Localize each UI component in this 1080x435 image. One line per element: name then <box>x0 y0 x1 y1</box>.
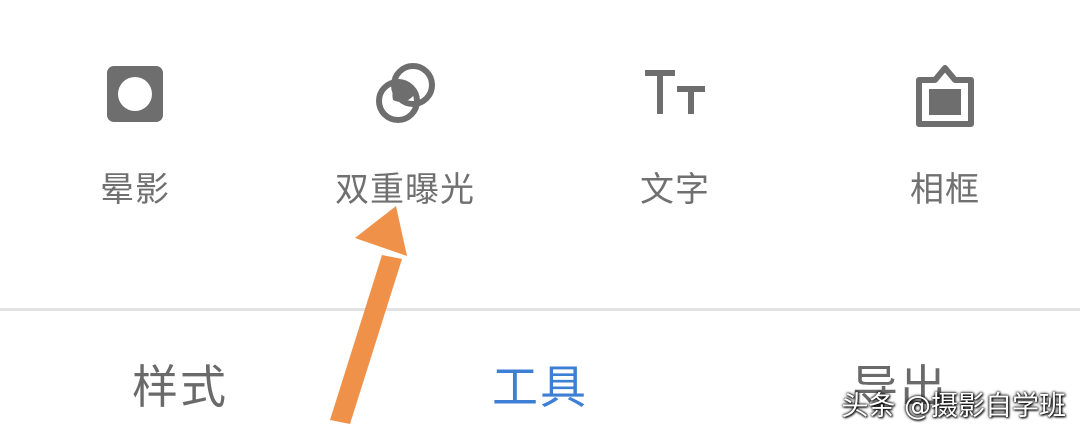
tab-tools[interactable]: 工具 <box>420 351 660 417</box>
tool-double-exposure[interactable]: 双重曝光 <box>305 50 505 220</box>
vignette-icon <box>107 66 163 122</box>
text-icon <box>645 70 705 114</box>
tool-label-text: 文字 <box>640 170 710 210</box>
tools-row: 晕影 双重曝光 文字 相框 <box>0 0 1080 310</box>
tool-text[interactable]: 文字 <box>575 50 775 220</box>
double-exposure-icon <box>376 63 435 123</box>
tool-vignette[interactable]: 晕影 <box>35 50 235 220</box>
editor-panel: 晕影 双重曝光 文字 相框 样式 工具 导出 头条 @摄影自学班 <box>0 0 1080 435</box>
tool-label-vignette: 晕影 <box>100 170 170 210</box>
tab-style[interactable]: 样式 <box>60 351 300 417</box>
frame-icon <box>916 65 974 127</box>
tool-label-frame: 相框 <box>910 170 980 210</box>
tool-label-double-exposure: 双重曝光 <box>335 170 475 210</box>
tool-frame[interactable]: 相框 <box>845 50 1045 220</box>
watermark: 头条 @摄影自学班 <box>841 391 1066 422</box>
